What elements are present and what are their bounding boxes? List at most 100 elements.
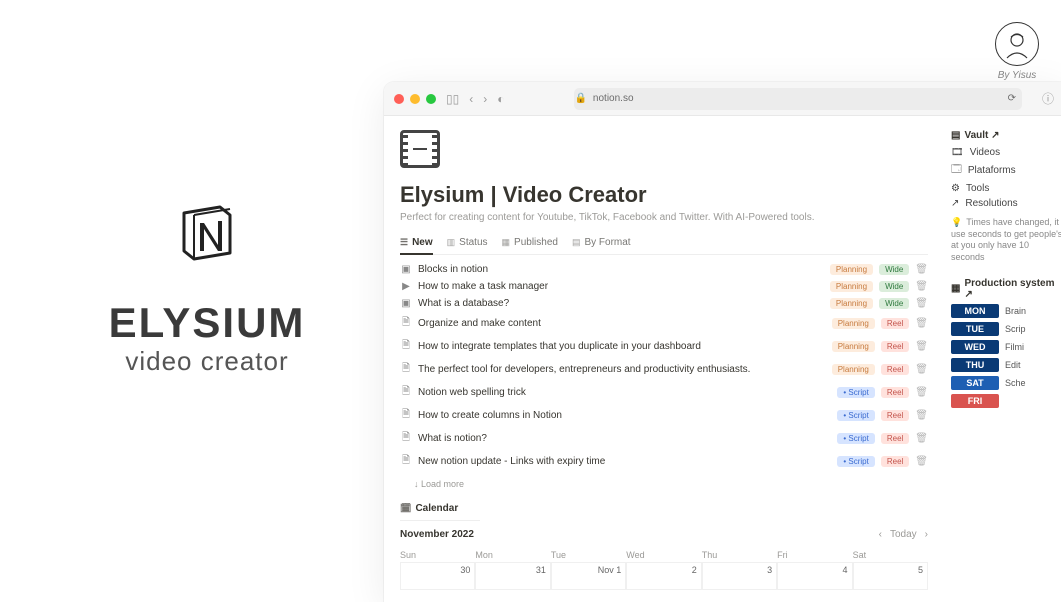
gallery-icon: ▦ (502, 237, 511, 248)
format-badge: Reel (881, 410, 909, 421)
day-label: Filmi (1005, 342, 1024, 352)
table-row[interactable]: 🗎Organize and make contentPlanningReel🗑 (400, 312, 928, 335)
sidebar-item[interactable]: ⚙Tools (951, 183, 1061, 194)
back-icon[interactable]: ‹ (469, 92, 473, 106)
page-icon: 🗎 (400, 384, 412, 401)
format-badge: Reel (881, 456, 909, 467)
share-icon[interactable]: ⓘ (1042, 90, 1054, 107)
minimize-window-icon[interactable] (410, 94, 420, 104)
brand-subtitle: video creator (125, 346, 288, 377)
tab-published[interactable]: ▦ Published (502, 237, 558, 248)
load-more-button[interactable]: ↓ Load more (400, 473, 928, 493)
calendar-cell[interactable]: Nov 1 (551, 562, 626, 590)
tab-new[interactable]: ☰ New (400, 237, 433, 248)
calendar-prev-icon[interactable]: ‹ (879, 529, 882, 540)
schedule-row[interactable]: TUEScrip (951, 322, 1061, 336)
day-chip: WED (951, 340, 999, 354)
schedule-row[interactable]: WED Filmi (951, 340, 1061, 354)
table-row[interactable]: ▣Blocks in notionPlanningWide🗑 (400, 261, 928, 278)
tab-label: By Format (584, 237, 630, 248)
page-icon: 🗎 (400, 338, 412, 355)
row-title: Organize and make content (418, 318, 826, 329)
delete-icon[interactable]: 🗑 (915, 298, 928, 309)
tab-status[interactable]: ▥ Status (447, 237, 488, 248)
delete-icon[interactable]: 🗑 (915, 318, 928, 329)
table-row[interactable]: 🗎 The perfect tool for developers, entrep… (400, 358, 928, 381)
calendar-cell[interactable]: 3 (702, 562, 777, 590)
reload-icon[interactable]: ⟳ (1008, 93, 1016, 104)
tab-by-format[interactable]: ▤ By Format (572, 237, 631, 248)
weekday-header: Sat (853, 548, 928, 562)
table-row[interactable]: 🗎What is notion?ScriptReel🗑 (400, 427, 928, 450)
traffic-lights (394, 94, 436, 104)
tip-note: 💡Times have changed, it use seconds to g… (951, 217, 1061, 264)
delete-icon[interactable]: 🗑 (915, 264, 928, 275)
table-row[interactable]: 🗎How to integrate templates that you dup… (400, 335, 928, 358)
maximize-window-icon[interactable] (426, 94, 436, 104)
sidebar-item[interactable]: 🗔Plataforms (951, 162, 1061, 179)
sidebar-item[interactable]: ↗ Resolutions (951, 198, 1061, 209)
format-badge: Reel (881, 433, 909, 444)
forward-icon[interactable]: › (483, 92, 487, 106)
day-label: Scrip (1005, 324, 1026, 334)
delete-icon[interactable]: 🗑 (915, 341, 928, 352)
calendar-cell[interactable]: 31 (475, 562, 550, 590)
day-label: Brain (1005, 306, 1026, 316)
delete-icon[interactable]: 🗑 (915, 281, 928, 292)
calendar-cell[interactable]: 4 (777, 562, 852, 590)
sidebar-item-label: Videos (970, 147, 1000, 158)
shield-icon[interactable]: ◐ (497, 92, 504, 106)
table-row[interactable]: ▣What is a database?PlanningWide🗑 (400, 295, 928, 312)
vault-heading[interactable]: ▤ Vault ↗ (951, 130, 1061, 141)
status-badge: Planning (830, 298, 873, 309)
table-row[interactable]: 🗎How to create columns in NotionScriptRe… (400, 404, 928, 427)
sidebar-item-label: Tools (966, 183, 989, 194)
table-row[interactable]: ▶How to make a task managerPlanningWide🗑 (400, 278, 928, 295)
delete-icon[interactable]: 🗑 (915, 433, 928, 444)
schedule-row[interactable]: THUEdit (951, 358, 1061, 372)
format-badge: Reel (881, 341, 909, 352)
table-row[interactable]: 🗎New notion update - Links with expiry t… (400, 450, 928, 473)
delete-icon[interactable]: 🗑 (915, 387, 928, 398)
calendar-grid: SunMonTueWedThuFriSat3031Nov 12345 (400, 548, 928, 590)
schedule-row[interactable]: MONBrain (951, 304, 1061, 318)
list-icon: ☰ (400, 237, 408, 248)
delete-icon[interactable]: 🗑 (915, 456, 928, 467)
day-chip: SAT (951, 376, 999, 390)
status-badge: Script (837, 433, 874, 444)
row-title: The perfect tool for developers, entrepr… (418, 364, 826, 375)
notion-logo-icon (175, 200, 239, 264)
author-badge: By Yisus (995, 22, 1039, 81)
address-bar[interactable]: 🔒 notion.so ⟳ (574, 88, 1022, 110)
row-title: Blocks in notion (418, 264, 824, 275)
schedule-row[interactable]: SATSche (951, 376, 1061, 390)
close-window-icon[interactable] (394, 94, 404, 104)
page-icon: 🗎 (400, 361, 412, 378)
side-panel: ▤ Vault ↗ 🎞Videos 🗔Plataforms ⚙Tools ↗ Resol… (944, 116, 1061, 602)
calendar-cell[interactable]: 30 (400, 562, 475, 590)
calendar-cell[interactable]: 5 (853, 562, 928, 590)
schedule-row[interactable]: FRI (951, 394, 1061, 408)
calendar-cell[interactable]: 2 (626, 562, 701, 590)
sidebar-item-label: Resolutions (965, 198, 1017, 209)
production-heading[interactable]: ▦ Production system ↗ (951, 278, 1061, 300)
status-badge: Planning (830, 264, 873, 275)
group-icon: ▤ (572, 237, 581, 248)
page-icon: ▣ (400, 264, 412, 275)
day-chip: FRI (951, 394, 999, 408)
calendar-today-button[interactable]: Today (890, 529, 917, 540)
calendar-next-icon[interactable]: › (925, 529, 928, 540)
sidebar-toggle-icon[interactable]: ▯▯ (446, 92, 459, 106)
table-row[interactable]: 🗎Notion web spelling trickScriptReel🗑 (400, 381, 928, 404)
main-content: Elysium | Video Creator Perfect for crea… (384, 116, 944, 602)
delete-icon[interactable]: 🗑 (915, 410, 928, 421)
sidebar-item-icon: ↗ (951, 198, 959, 209)
calendar-tab[interactable]: 🗓 Calendar (400, 503, 480, 521)
sidebar-item[interactable]: 🎞Videos (951, 147, 1061, 158)
status-badge: Script (837, 456, 874, 467)
weekday-header: Fri (777, 548, 852, 562)
brand-title: ELYSIUM (109, 302, 306, 344)
row-title: What is a database? (418, 298, 824, 309)
weekday-header: Wed (626, 548, 701, 562)
delete-icon[interactable]: 🗑 (915, 364, 928, 375)
